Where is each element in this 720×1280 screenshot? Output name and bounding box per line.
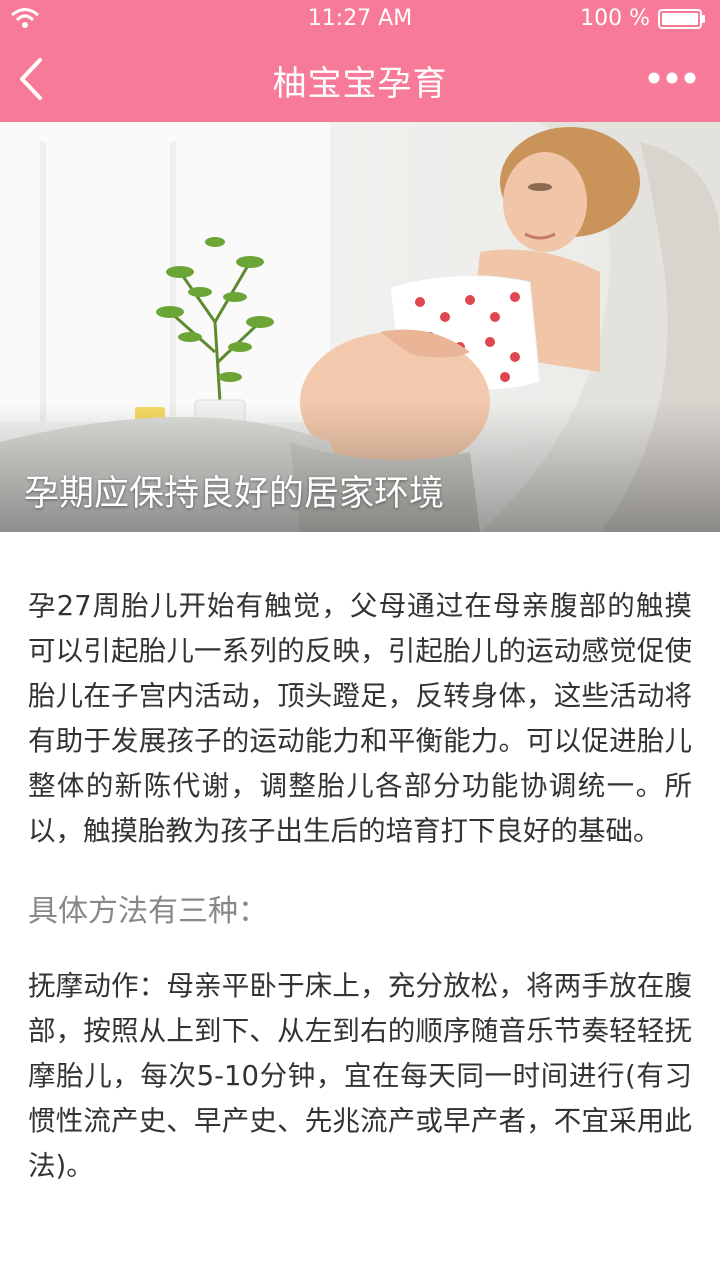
more-dots-icon[interactable] [648, 68, 696, 88]
article-intro: 孕27周胎儿开始有触觉，父母通过在母亲腹部的触摸可以引起胎儿一系列的反映，引起胎… [28, 590, 692, 847]
methods-heading: 具体方法有三种： [28, 894, 268, 929]
navigation-bar: 柚宝宝孕育 [0, 38, 720, 122]
article-hero-image: 孕期应保持良好的居家环境 [0, 122, 720, 532]
article-body: 孕27周胎儿开始有触觉，父母通过在母亲腹部的触摸可以引起胎儿一系列的反映，引起胎… [28, 584, 692, 1189]
battery-percentage: 100 % [580, 6, 650, 31]
page-title: 柚宝宝孕育 [272, 64, 448, 104]
battery-icon [658, 9, 705, 29]
status-bar: 11:27 AM 100 % [0, 0, 720, 38]
hero-caption: 孕期应保持良好的居家环境 [24, 474, 445, 514]
method-1-text: 抚摩动作：母亲平卧于床上，充分放松，将两手放在腹部，按照从上到下、从左到右的顺序… [28, 970, 692, 1182]
